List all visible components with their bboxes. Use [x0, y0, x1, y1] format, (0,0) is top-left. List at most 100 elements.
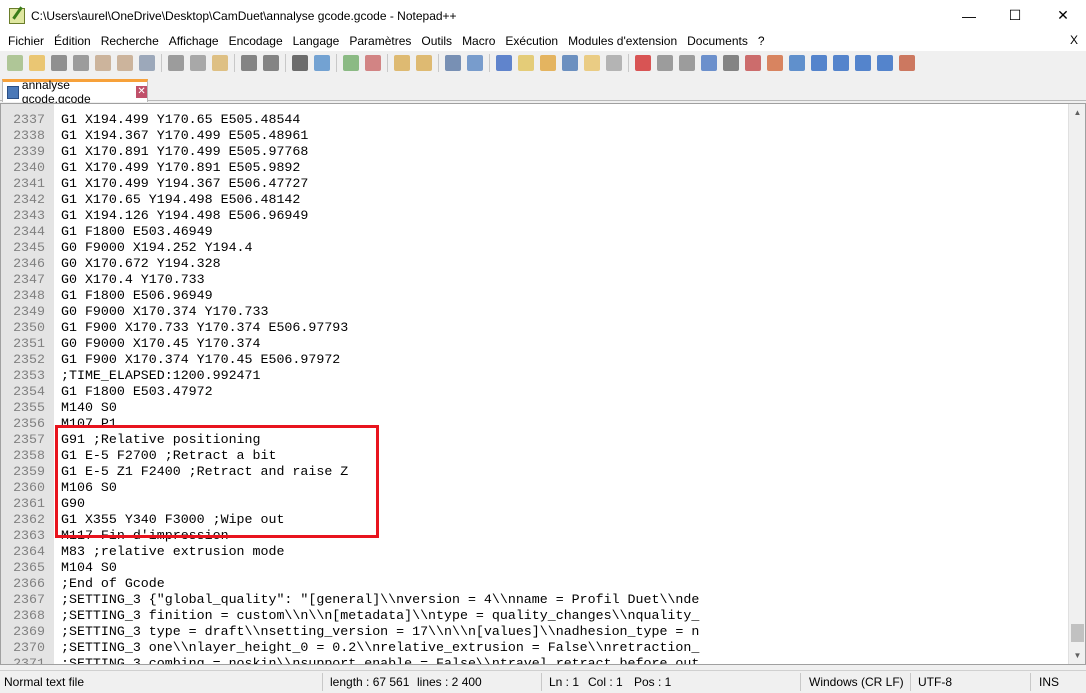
- menu-7[interactable]: Outils: [416, 34, 457, 48]
- line-number: 2371: [13, 656, 45, 665]
- scrollbar-thumb[interactable]: [1071, 624, 1084, 642]
- tab-close-icon[interactable]: ✕: [136, 86, 147, 98]
- lines-info: lines : 2 400: [417, 675, 482, 689]
- line-number: 2344: [13, 224, 45, 239]
- line-number: 2368: [13, 608, 45, 623]
- redo-icon[interactable]: [263, 55, 279, 71]
- code-line: 2365 M104 S0: [1, 560, 1065, 576]
- code-line: 2342 G1 X170.65 Y194.498 E506.48142: [1, 192, 1065, 208]
- play-macro-icon[interactable]: [679, 55, 695, 71]
- show-all-chars-icon[interactable]: [467, 55, 483, 71]
- line-number: 2365: [13, 560, 45, 575]
- insert-mode[interactable]: INS: [1039, 675, 1059, 689]
- save-icon[interactable]: [51, 55, 67, 71]
- menu-0[interactable]: Fichier: [3, 34, 49, 48]
- copy-icon[interactable]: [190, 55, 206, 71]
- word-wrap-icon[interactable]: [445, 55, 461, 71]
- next-icon[interactable]: [855, 55, 871, 71]
- menu-1[interactable]: Édition: [49, 34, 96, 48]
- line-text: ;SETTING_3 finition = custom\\n\\n[metad…: [61, 608, 700, 623]
- menu-12[interactable]: ?: [753, 34, 770, 48]
- close-icon[interactable]: [95, 55, 111, 71]
- line-text: G0 F9000 X170.374 Y170.733: [61, 304, 269, 319]
- define-language-icon[interactable]: [518, 55, 534, 71]
- save-all-icon[interactable]: [73, 55, 89, 71]
- code-line: 2347 G0 X170.4 Y170.733: [1, 272, 1065, 288]
- new-file-icon[interactable]: [7, 55, 23, 71]
- close-button[interactable]: ✕: [1040, 0, 1086, 31]
- compare-panel-icon[interactable]: [899, 55, 915, 71]
- menu-3[interactable]: Affichage: [164, 34, 224, 48]
- open-file-icon[interactable]: [29, 55, 45, 71]
- record-macro-icon[interactable]: [635, 55, 651, 71]
- encoding[interactable]: UTF-8: [918, 675, 952, 689]
- maximize-button[interactable]: ☐: [992, 0, 1038, 31]
- line-text: G0 F9000 X194.252 Y194.4: [61, 240, 253, 255]
- menu-9[interactable]: Exécution: [500, 34, 563, 48]
- replace-icon[interactable]: [314, 55, 330, 71]
- line-number: 2340: [13, 160, 45, 175]
- close-all-icon[interactable]: [117, 55, 133, 71]
- line-text: ;SETTING_3 type = draft\\nsetting_versio…: [61, 624, 700, 639]
- code-line: 2369 ;SETTING_3 type = draft\\nsetting_ve…: [1, 624, 1065, 640]
- compare-icon[interactable]: [767, 55, 783, 71]
- undo-icon[interactable]: [241, 55, 257, 71]
- folder-workspace-icon[interactable]: [584, 55, 600, 71]
- toolbar: [0, 51, 1086, 75]
- menu-11[interactable]: Documents: [682, 34, 753, 48]
- find-icon[interactable]: [292, 55, 308, 71]
- function-list-icon[interactable]: [562, 55, 578, 71]
- menu-8[interactable]: Macro: [457, 34, 500, 48]
- prev-icon[interactable]: [833, 55, 849, 71]
- line-text: ;TIME_ELAPSED:1200.992471: [61, 368, 261, 383]
- scroll-up-arrow[interactable]: ▲: [1069, 104, 1085, 121]
- line-text: G0 F9000 X170.45 Y170.374: [61, 336, 261, 351]
- line-number: 2349: [13, 304, 45, 319]
- menu-2[interactable]: Recherche: [96, 34, 164, 48]
- next-diff-icon[interactable]: [789, 55, 805, 71]
- save-macro-icon[interactable]: [723, 55, 739, 71]
- last-icon[interactable]: [877, 55, 893, 71]
- menu-5[interactable]: Langage: [288, 34, 345, 48]
- menu-10[interactable]: Modules d'extension: [563, 34, 682, 48]
- zoom-in-icon[interactable]: [343, 55, 359, 71]
- vertical-scrollbar[interactable]: ▲ ▼: [1068, 104, 1085, 664]
- toolbar-separator: [336, 54, 337, 72]
- line-number: 2361: [13, 496, 45, 511]
- menu-6[interactable]: Paramètres: [344, 34, 416, 48]
- tab-annalyse-gcode[interactable]: annalyse gcode.gcode ✕: [2, 78, 148, 106]
- indent-guide-icon[interactable]: [496, 55, 512, 71]
- document-map-icon[interactable]: [540, 55, 556, 71]
- line-text: G1 X194.367 Y170.499 E505.48961: [61, 128, 309, 143]
- save-status-icon: [7, 85, 19, 99]
- paste-icon[interactable]: [212, 55, 228, 71]
- line-text: ;SETTING_3 one\\nlayer_height_0 = 0.2\\n…: [61, 640, 700, 655]
- menu-4[interactable]: Encodage: [224, 34, 288, 48]
- pos-info: Pos : 1: [634, 675, 672, 689]
- sync-vertical-icon[interactable]: [394, 55, 410, 71]
- monitor-icon[interactable]: [606, 55, 622, 71]
- run-macro-multiple-icon[interactable]: [701, 55, 717, 71]
- code-line: 2337 G1 X194.499 Y170.65 E505.48544: [1, 112, 1065, 128]
- minimize-button[interactable]: —: [946, 0, 992, 31]
- code-line: 2364 M83 ;relative extrusion mode: [1, 544, 1065, 560]
- text-editor[interactable]: 2337 G1 X194.499 Y170.65 E505.48544 2338 G1…: [0, 103, 1086, 665]
- length-info: length : 67 561: [330, 675, 410, 689]
- menu-bar: Fichier Édition Recherche Affichage Encodage…: [0, 31, 1086, 51]
- eol-format[interactable]: Windows (CR LF): [809, 675, 904, 689]
- cut-icon[interactable]: [168, 55, 184, 71]
- code-line: 2348 G1 F1800 E506.96949: [1, 288, 1065, 304]
- line-text: G0 X170.4 Y170.733: [61, 272, 205, 287]
- tab-bar: annalyse gcode.gcode ✕: [0, 77, 1086, 106]
- print-icon[interactable]: [139, 55, 155, 71]
- sync-horizontal-icon[interactable]: [416, 55, 432, 71]
- zoom-out-icon[interactable]: [365, 55, 381, 71]
- close-document-button[interactable]: X: [1070, 33, 1078, 47]
- stop-record-icon[interactable]: [657, 55, 673, 71]
- line-text: M104 S0: [61, 560, 117, 575]
- spellcheck-icon[interactable]: [745, 55, 761, 71]
- first-icon[interactable]: [811, 55, 827, 71]
- status-bar: Normal text file length : 67 561 lines :…: [0, 670, 1086, 693]
- scroll-down-arrow[interactable]: ▼: [1069, 647, 1085, 664]
- line-number: 2358: [13, 448, 45, 463]
